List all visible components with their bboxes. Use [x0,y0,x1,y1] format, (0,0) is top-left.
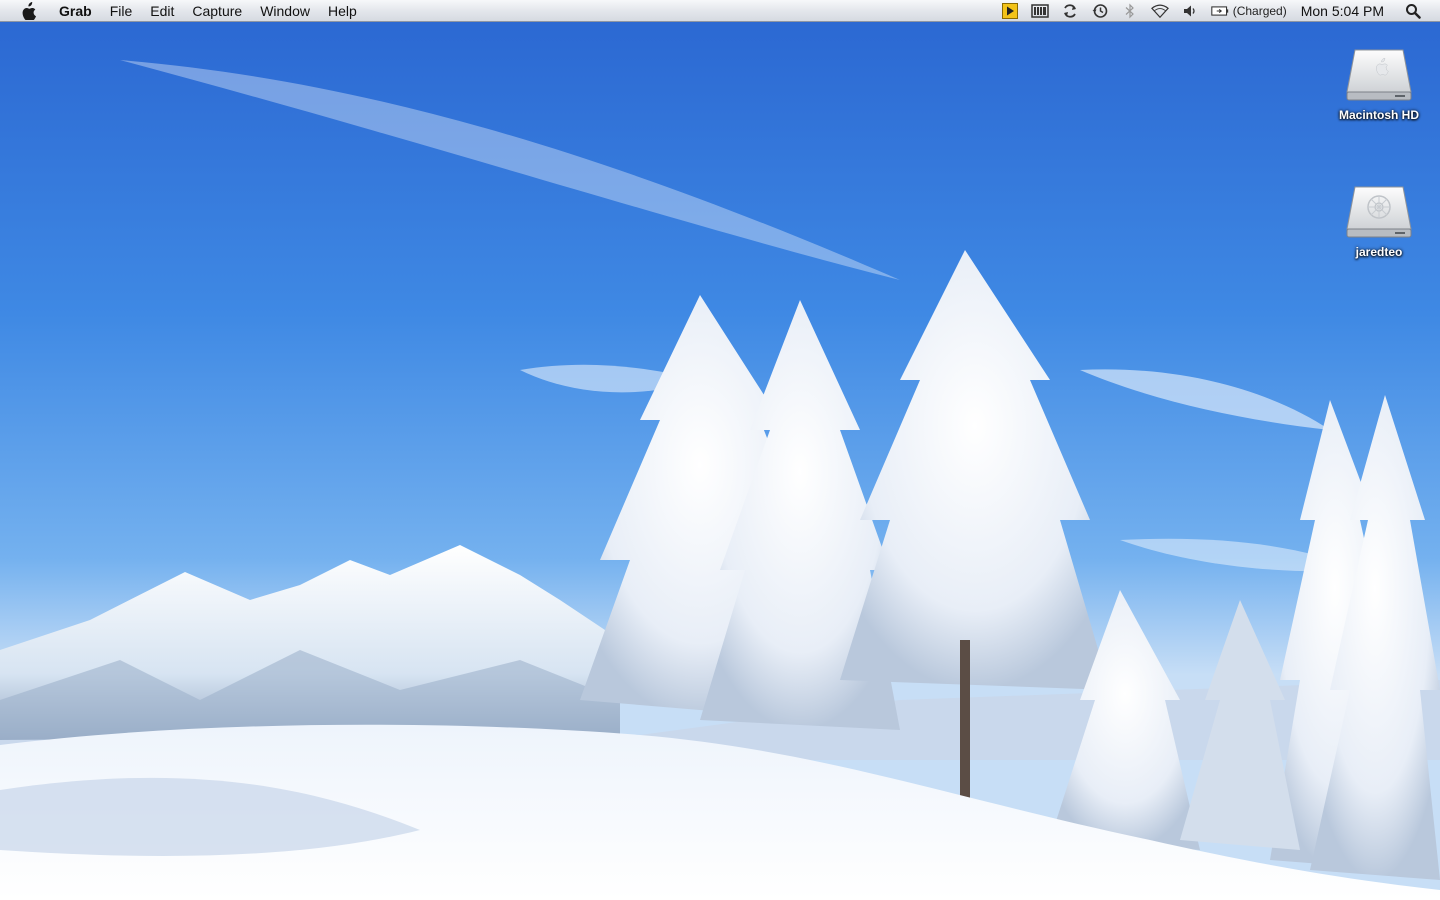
time-machine-icon[interactable] [1091,2,1109,20]
screen-icon[interactable] [1030,2,1049,20]
hard-drive-icon [1345,44,1413,104]
desktop-icon-label: jaredteo [1355,245,1403,259]
menu-edit[interactable]: Edit [141,0,183,22]
desktop-icon-label: Macintosh HD [1338,108,1419,122]
sync-icon[interactable] [1061,2,1079,20]
menu-help[interactable]: Help [319,0,366,22]
menu-window[interactable]: Window [251,0,319,22]
bluetooth-icon[interactable] [1121,2,1139,20]
menu-bar-left: Grab File Edit Capture Window Help [0,0,366,22]
battery-icon[interactable] [1210,2,1229,20]
menu-bar: Grab File Edit Capture Window Help (Char… [0,0,1440,22]
desktop-icon-jaredteo[interactable]: jaredteo [1324,181,1434,259]
volume-icon[interactable] [1181,2,1199,20]
desktop[interactable]: Grab File Edit Capture Window Help (Char… [0,0,1440,900]
apple-menu-icon[interactable] [18,0,40,22]
menu-bar-clock[interactable]: Mon 5:04 PM [1301,3,1384,19]
app-menu-grab[interactable]: Grab [50,0,101,22]
wallpaper-winter-scene [0,0,1440,900]
desktop-icon-macintosh-hd[interactable]: Macintosh HD [1324,44,1434,122]
battery-status-text[interactable]: (Charged) [1233,4,1287,18]
spotlight-search-icon[interactable] [1404,2,1422,20]
menu-file[interactable]: File [101,0,142,22]
menu-bar-status-area: (Charged) Mon 5:04 PM [995,0,1440,22]
wifi-icon[interactable] [1150,2,1169,20]
network-drive-icon [1345,181,1413,241]
menu-capture[interactable]: Capture [183,0,251,22]
media-play-icon[interactable] [1001,2,1019,20]
